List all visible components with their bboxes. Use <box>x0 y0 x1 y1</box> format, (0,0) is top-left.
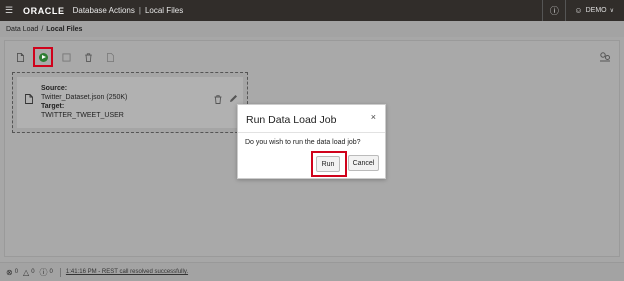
target-label: Target: <box>41 103 65 110</box>
run-data-load-job-dialog: Run Data Load Job × Do you wish to run t… <box>237 104 386 179</box>
warning-count[interactable]: △ 0 <box>23 268 35 277</box>
pencil-icon[interactable] <box>229 94 238 103</box>
breadcrumb-separator: / <box>41 25 44 33</box>
run-icon <box>38 52 48 62</box>
run-button[interactable] <box>33 47 53 67</box>
card-details: Source: Twitter_Dataset.json (250K) Targ… <box>41 84 127 120</box>
trash-icon <box>84 52 92 62</box>
chevron-down-icon: ∨ <box>609 8 614 14</box>
new-file-icon <box>16 52 24 62</box>
info-icon: ⓘ <box>39 267 48 277</box>
user-name: DEMO <box>585 7 607 14</box>
run-button[interactable]: Run <box>316 156 340 172</box>
status-bar: ⊗ 0 △ 0 ⓘ 0 1:41:16 PM - REST call resol… <box>0 262 624 281</box>
error-count[interactable]: ⊗ 0 <box>6 268 18 277</box>
breadcrumb-data-load[interactable]: Data Load <box>6 26 38 33</box>
dialog-divider <box>238 132 385 133</box>
source-value: Twitter_Dataset.json (250K) <box>41 94 128 101</box>
oracle-logo: ORACLE <box>23 5 65 16</box>
warning-icon: △ <box>23 267 30 277</box>
data-load-card[interactable]: Source: Twitter_Dataset.json (250K) Targ… <box>12 72 248 133</box>
hamburger-icon[interactable]: ☰ <box>5 5 19 16</box>
dialog-title: Run Data Load Job <box>246 114 337 126</box>
info-count[interactable]: ⓘ 0 <box>40 267 53 278</box>
source-label: Source: <box>41 85 68 92</box>
new-file-button[interactable] <box>11 48 29 66</box>
trash-icon[interactable] <box>214 95 222 104</box>
status-message[interactable]: 1:41:16 PM - REST call resolved successf… <box>66 269 188 275</box>
app-title[interactable]: Database Actions <box>73 6 135 15</box>
dialog-message: Do you wish to run the data load job? <box>245 139 361 146</box>
user-icon: ☺ <box>574 6 583 15</box>
help-icon[interactable]: ⓘ <box>543 4 565 17</box>
error-icon: ⊗ <box>6 267 13 277</box>
top-bar: ☰ ORACLE Database Actions | Local Files … <box>0 0 624 21</box>
delete-button[interactable] <box>79 48 97 66</box>
page-title: Local Files <box>144 6 184 15</box>
copy-icon <box>106 52 114 62</box>
breadcrumb: Data Load / Local Files <box>0 21 624 37</box>
stop-icon <box>61 52 71 62</box>
status-divider <box>59 267 61 277</box>
run-button-highlight: Run <box>311 151 347 177</box>
stop-button[interactable] <box>57 48 75 66</box>
user-menu[interactable]: ☺ DEMO ∨ <box>566 6 624 15</box>
cancel-button[interactable]: Cancel <box>348 155 379 171</box>
settings-icon[interactable] <box>599 50 611 62</box>
card-body: Source: Twitter_Dataset.json (250K) Targ… <box>17 77 243 128</box>
close-icon[interactable]: × <box>371 112 376 122</box>
breadcrumb-current: Local Files <box>46 25 83 33</box>
target-value: TWITTER_TWEET_USER <box>41 112 124 119</box>
title-separator: | <box>138 6 141 15</box>
copy-button[interactable] <box>101 48 119 66</box>
toolbar <box>11 47 123 67</box>
file-icon <box>25 94 33 104</box>
